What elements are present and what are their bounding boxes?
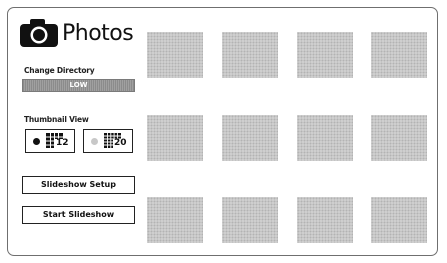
photo-thumbnail[interactable] — [297, 32, 353, 78]
start-slideshow-button[interactable]: Start Slideshow — [22, 206, 135, 224]
thumbnail-count-12: 12 — [55, 138, 70, 148]
unselected-radio-icon — [91, 138, 98, 145]
page-title: Photos — [62, 21, 134, 46]
thumbnail-view-20-button[interactable]: 20 — [83, 129, 133, 153]
photo-thumbnail[interactable] — [222, 197, 278, 243]
photo-thumbnail[interactable] — [371, 197, 427, 243]
selected-radio-icon — [33, 138, 40, 145]
photo-thumbnail[interactable] — [147, 32, 203, 78]
photo-thumbnail[interactable] — [147, 197, 203, 243]
thumbnail-count-20: 20 — [113, 138, 128, 148]
photo-thumbnail[interactable] — [371, 32, 427, 78]
slideshow-setup-button[interactable]: Slideshow Setup — [22, 176, 135, 194]
photo-thumbnail[interactable] — [222, 115, 278, 161]
directory-value: LOW — [69, 81, 88, 89]
camera-icon — [20, 19, 58, 47]
photo-thumbnail[interactable] — [297, 197, 353, 243]
change-directory-label: Change Directory — [24, 66, 95, 75]
thumbnail-view-label: Thumbnail View — [24, 115, 89, 124]
photo-thumbnail[interactable] — [297, 115, 353, 161]
thumbnail-view-12-button[interactable]: 12 — [25, 129, 75, 153]
photo-thumbnail[interactable] — [222, 32, 278, 78]
photo-thumbnail[interactable] — [371, 115, 427, 161]
photo-thumbnail[interactable] — [147, 115, 203, 161]
directory-selector[interactable]: LOW — [22, 79, 135, 92]
